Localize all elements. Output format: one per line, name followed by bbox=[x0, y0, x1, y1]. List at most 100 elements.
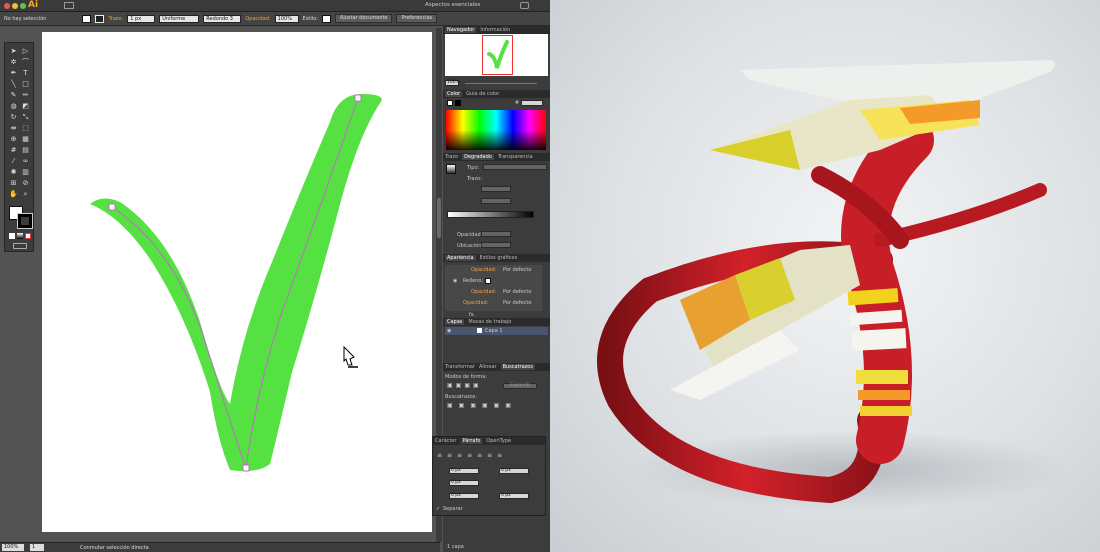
selection-tool-icon[interactable]: ➤ bbox=[9, 47, 18, 56]
graph-tool-icon[interactable]: ▥ bbox=[21, 168, 30, 177]
paragraph-alignment-icons[interactable]: ≡≡≡≡≡≡≡ bbox=[437, 452, 541, 459]
scrollbar-thumb[interactable] bbox=[437, 198, 441, 238]
tab-info[interactable]: Información bbox=[480, 27, 510, 33]
appearance-row-label[interactable]: Opacidad: bbox=[471, 267, 496, 273]
rectangle-tool-icon[interactable]: □ bbox=[21, 80, 30, 89]
blob-brush-tool-icon[interactable]: ◍ bbox=[9, 102, 18, 111]
symbol-sprayer-tool-icon[interactable]: ✺ bbox=[9, 168, 18, 177]
pathfinder-icons[interactable]: ▣▣▣▣▣▣ bbox=[447, 402, 539, 409]
tab-graphic-styles[interactable]: Estilos gráficos bbox=[480, 255, 518, 261]
perspective-grid-tool-icon[interactable]: ▦ bbox=[21, 135, 30, 144]
screen-mode-icon[interactable] bbox=[13, 243, 27, 249]
fill-swatch[interactable] bbox=[82, 14, 92, 23]
artboard-tool-icon[interactable]: ⊞ bbox=[9, 179, 18, 188]
pen-tool-icon[interactable]: ✒ bbox=[9, 69, 18, 78]
tab-character[interactable]: Carácter bbox=[435, 438, 457, 444]
first-line-indent-field[interactable]: 0 px bbox=[449, 480, 479, 486]
mesh-tool-icon[interactable]: # bbox=[9, 146, 18, 155]
tab-opentype[interactable]: OpenType bbox=[486, 438, 511, 444]
gradient-location-field[interactable] bbox=[481, 242, 511, 248]
scale-tool-icon[interactable]: ⤡ bbox=[21, 113, 30, 122]
space-after-field[interactable]: 0 px bbox=[499, 493, 529, 499]
close-window-button[interactable] bbox=[4, 3, 10, 9]
none-mode-icon[interactable] bbox=[25, 233, 31, 239]
anchor-point[interactable] bbox=[354, 94, 362, 102]
stroke-swatch[interactable] bbox=[95, 14, 105, 23]
space-before-field[interactable]: 0 px bbox=[449, 493, 479, 499]
tab-navigator[interactable]: Navegador bbox=[445, 27, 477, 33]
eyedropper-tool-icon[interactable]: ⁄ bbox=[9, 157, 18, 166]
color-stroke-swatch[interactable] bbox=[455, 100, 461, 106]
free-transform-tool-icon[interactable]: ⬚ bbox=[21, 124, 30, 133]
tab-gradient[interactable]: Degradado bbox=[462, 154, 494, 160]
line-tool-icon[interactable]: ╲ bbox=[9, 80, 18, 89]
hyphenate-checkbox[interactable]: ✓ bbox=[436, 506, 440, 512]
appearance-row-label[interactable]: Opacidad: bbox=[463, 300, 488, 306]
tab-transform[interactable]: Transformar bbox=[445, 364, 475, 370]
eye-icon[interactable]: ◉ bbox=[453, 278, 457, 284]
gradient-aspect-field[interactable] bbox=[481, 198, 511, 204]
hand-tool-icon[interactable]: ✋ bbox=[9, 190, 18, 199]
stroke-weight-field[interactable]: 1 px bbox=[127, 14, 156, 23]
anchor-point[interactable] bbox=[242, 464, 250, 472]
checkmark-shape[interactable] bbox=[90, 94, 382, 472]
style-swatch[interactable] bbox=[321, 14, 331, 23]
tab-layers[interactable]: Capas bbox=[445, 319, 465, 325]
tab-appearance[interactable]: Apariencia bbox=[445, 255, 476, 261]
workspace-switcher[interactable]: Aspectos esenciales bbox=[425, 2, 480, 8]
pencil-tool-icon[interactable]: ✏ bbox=[21, 91, 30, 100]
document-setup-button[interactable]: Ajustar documento bbox=[334, 14, 393, 23]
current-tool-status[interactable]: Conmutar selección directa bbox=[80, 545, 149, 551]
right-indent-field[interactable]: 0 px bbox=[499, 468, 529, 474]
checkmark-artwork[interactable] bbox=[42, 32, 432, 532]
opacity-label[interactable]: Opacidad: bbox=[245, 16, 270, 22]
slice-tool-icon[interactable]: ⊘ bbox=[21, 179, 30, 188]
gradient-angle-field[interactable] bbox=[481, 186, 511, 192]
search-icon[interactable] bbox=[520, 2, 529, 9]
layer-visibility-icon[interactable]: ◉ bbox=[447, 328, 451, 334]
layer-name[interactable]: Capa 1 bbox=[485, 328, 503, 334]
bridge-icon[interactable] bbox=[64, 2, 74, 9]
stroke-color-swatch[interactable] bbox=[17, 213, 33, 229]
stroke-label[interactable]: Trazo: bbox=[108, 16, 123, 22]
tab-paragraph[interactable]: Párrafo bbox=[460, 438, 483, 444]
opacity-field[interactable]: 100% bbox=[274, 14, 299, 23]
type-tool-icon[interactable]: T bbox=[21, 69, 30, 78]
gradient-tool-icon[interactable]: ▤ bbox=[21, 146, 30, 155]
magic-wand-tool-icon[interactable]: ✲ bbox=[9, 58, 18, 67]
expand-button[interactable]: Expandir bbox=[503, 383, 537, 389]
brush-definition[interactable]: Redondo 3 bbox=[203, 14, 242, 23]
anchor-point[interactable] bbox=[108, 203, 116, 211]
shape-mode-icons[interactable]: ▣▣▣▣ bbox=[447, 382, 487, 389]
paintbrush-tool-icon[interactable]: ✎ bbox=[9, 91, 18, 100]
minimize-window-button[interactable] bbox=[12, 3, 18, 9]
eraser-tool-icon[interactable]: ◩ bbox=[21, 102, 30, 111]
fill-row-swatch[interactable] bbox=[485, 278, 491, 284]
gradient-type-select[interactable] bbox=[483, 164, 547, 170]
gradient-thumbnail[interactable] bbox=[446, 164, 456, 174]
tab-pathfinder[interactable]: Buscatrazos bbox=[500, 364, 535, 370]
gradient-mode-icon[interactable] bbox=[17, 233, 23, 239]
navigator-view-frame[interactable] bbox=[482, 35, 513, 75]
zoom-level-field[interactable]: 100% bbox=[2, 544, 24, 551]
navigator-zoom-slider[interactable] bbox=[465, 83, 537, 84]
layer-row[interactable]: ◉ Capa 1 bbox=[445, 327, 548, 335]
shape-builder-tool-icon[interactable]: ⊕ bbox=[9, 135, 18, 144]
tab-color[interactable]: Color bbox=[445, 91, 463, 97]
tab-align[interactable]: Alinear bbox=[479, 364, 497, 370]
tab-transparency[interactable]: Transparencia bbox=[498, 154, 533, 160]
color-mode-icon[interactable] bbox=[9, 233, 15, 239]
fill-row-label[interactable]: Relleno: bbox=[463, 278, 483, 284]
zoom-tool-icon[interactable]: ⌕ bbox=[21, 190, 30, 199]
preferences-button[interactable]: Preferencias bbox=[396, 14, 438, 23]
zoom-window-button[interactable] bbox=[20, 3, 26, 9]
color-spectrum[interactable] bbox=[446, 110, 546, 150]
gradient-opacity-field[interactable] bbox=[481, 231, 511, 237]
navigator-zoom-field[interactable]: 100% bbox=[445, 80, 460, 86]
color-fill-swatch[interactable] bbox=[447, 100, 453, 106]
width-tool-icon[interactable]: ⇹ bbox=[9, 124, 18, 133]
direct-selection-tool-icon[interactable]: ▷ bbox=[21, 47, 30, 56]
artboard-number-field[interactable]: 1 bbox=[30, 544, 44, 551]
gradient-slider[interactable] bbox=[447, 211, 534, 218]
hex-field[interactable] bbox=[521, 100, 543, 106]
